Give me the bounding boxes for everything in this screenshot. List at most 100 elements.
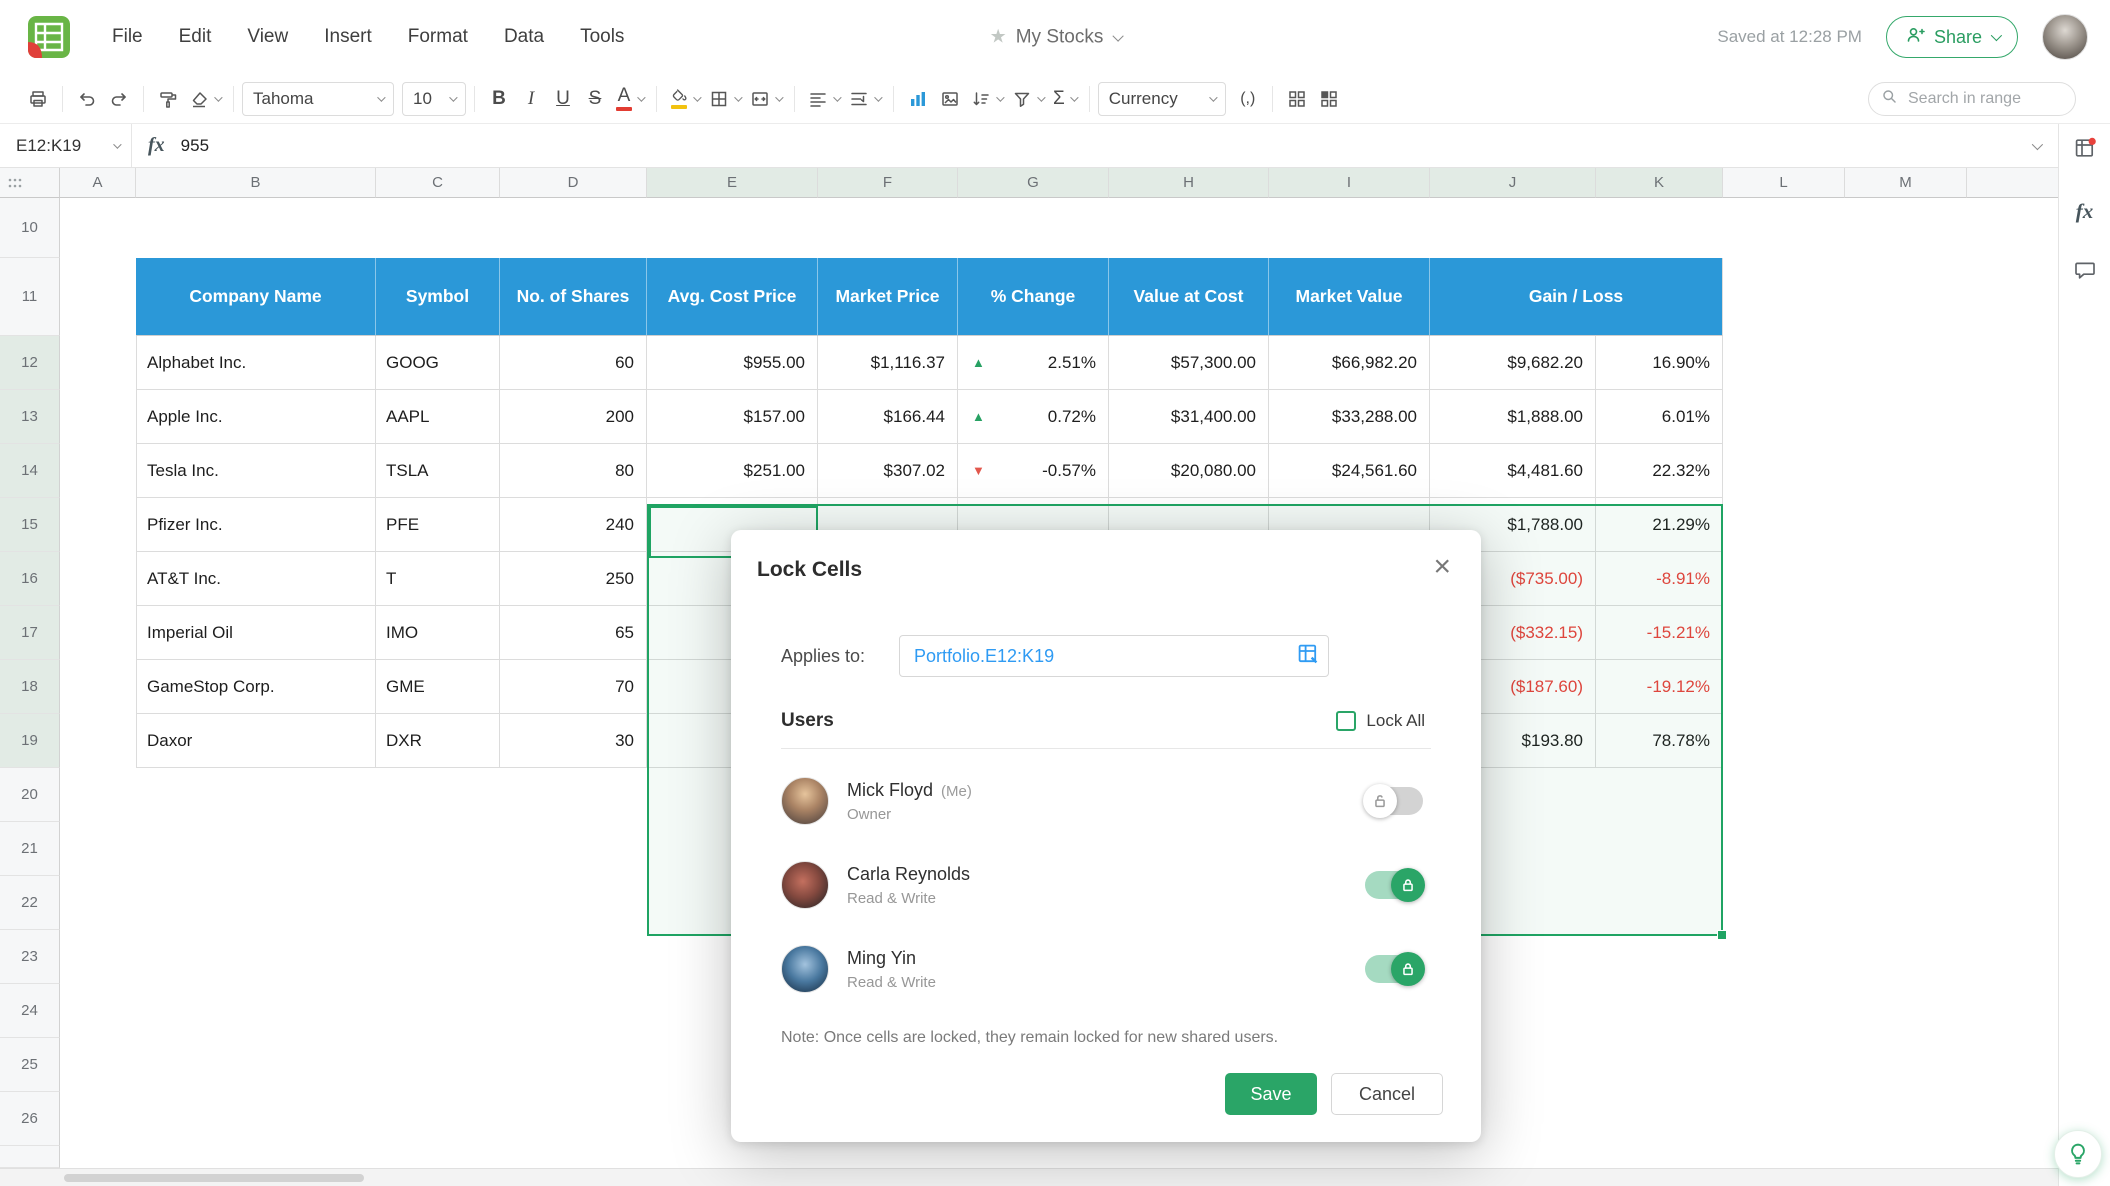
cell-market_value[interactable]: $66,982.20	[1269, 336, 1430, 390]
cell-symbol[interactable]: TSLA	[376, 444, 500, 498]
formula-value[interactable]: 955	[181, 136, 209, 156]
filter-button[interactable]	[1007, 81, 1048, 117]
cell-symbol[interactable]: GME	[376, 660, 500, 714]
menu-insert[interactable]: Insert	[324, 26, 372, 48]
close-icon[interactable]: ×	[1433, 552, 1451, 582]
row-header-24[interactable]: 24	[0, 984, 60, 1038]
cell-avg_cost_price[interactable]: $157.00	[647, 390, 818, 444]
empty-cell[interactable]	[60, 498, 136, 552]
comma-format-button[interactable]: (,)	[1232, 81, 1264, 117]
lock-toggle[interactable]	[1365, 952, 1425, 986]
name-box[interactable]: E12:K19	[0, 124, 132, 167]
menu-view[interactable]: View	[247, 26, 288, 48]
column-header-K[interactable]: K	[1596, 168, 1723, 198]
lock-toggle[interactable]	[1365, 868, 1425, 902]
sum-button[interactable]: Σ	[1048, 81, 1081, 117]
checkbox-icon[interactable]	[1336, 711, 1357, 731]
cell-company[interactable]: GameStop Corp.	[136, 660, 376, 714]
cell-symbol[interactable]: GOOG	[376, 336, 500, 390]
menu-format[interactable]: Format	[408, 26, 468, 48]
range-picker-icon[interactable]	[1296, 642, 1320, 671]
user-avatar[interactable]	[2042, 14, 2088, 60]
paint-format-button[interactable]	[152, 81, 184, 117]
cell-gain_loss_pct[interactable]: 16.90%	[1596, 336, 1723, 390]
horizontal-align-button[interactable]	[803, 81, 844, 117]
fill-color-button[interactable]	[665, 81, 704, 117]
cell-market_price[interactable]: $1,116.37	[818, 336, 958, 390]
table-header-cell[interactable]: Market Price	[818, 258, 958, 336]
menu-edit[interactable]: Edit	[179, 26, 212, 48]
cell-market_price[interactable]: $166.44	[818, 390, 958, 444]
cell-company[interactable]: Apple Inc.	[136, 390, 376, 444]
bold-button[interactable]: B	[483, 81, 515, 117]
empty-cell[interactable]	[60, 336, 136, 390]
column-header-H[interactable]: H	[1109, 168, 1269, 198]
cell-gain_loss[interactable]: $1,888.00	[1430, 390, 1596, 444]
column-header-D[interactable]: D	[500, 168, 647, 198]
row-header-10[interactable]: 10	[0, 198, 60, 258]
column-header-A[interactable]: A	[60, 168, 136, 198]
number-format-select[interactable]: Currency	[1097, 81, 1226, 116]
cell-company[interactable]: Tesla Inc.	[136, 444, 376, 498]
row-header-21[interactable]: 21	[0, 822, 60, 876]
cell-pct_change[interactable]: ▼ -0.57%	[958, 444, 1109, 498]
search-input[interactable]	[1906, 88, 2056, 109]
empty-cell[interactable]	[60, 390, 136, 444]
cell-company[interactable]: Imperial Oil	[136, 606, 376, 660]
row-header-13[interactable]: 13	[0, 390, 60, 444]
range-input[interactable]	[912, 644, 1288, 668]
cell-symbol[interactable]: IMO	[376, 606, 500, 660]
fx-icon[interactable]: fx	[148, 134, 165, 157]
table-header-cell[interactable]: Value at Cost	[1109, 258, 1269, 336]
cancel-button[interactable]: Cancel	[1331, 1073, 1443, 1115]
column-header-G[interactable]: G	[958, 168, 1109, 198]
app-logo[interactable]	[28, 16, 70, 58]
undo-button[interactable]	[71, 81, 103, 117]
row-header-14[interactable]: 14	[0, 444, 60, 498]
cell-shares[interactable]: 80	[500, 444, 647, 498]
cell-symbol[interactable]: T	[376, 552, 500, 606]
cell-gain_loss_pct[interactable]: -19.12%	[1596, 660, 1723, 714]
row-header-19[interactable]: 19	[0, 714, 60, 768]
sheet-view-icon[interactable]	[2073, 136, 2097, 165]
row-header-12[interactable]: 12	[0, 336, 60, 390]
save-button[interactable]: Save	[1225, 1073, 1317, 1115]
print-button[interactable]	[22, 81, 54, 117]
column-header-J[interactable]: J	[1430, 168, 1596, 198]
row-header-20[interactable]: 20	[0, 768, 60, 822]
cell-gain_loss[interactable]: $4,481.60	[1430, 444, 1596, 498]
select-all-corner[interactable]	[0, 168, 60, 198]
cell-gain_loss_pct[interactable]: 21.29%	[1596, 498, 1723, 552]
cell-company[interactable]: Alphabet Inc.	[136, 336, 376, 390]
cell-gain_loss_pct[interactable]: 22.32%	[1596, 444, 1723, 498]
favorite-star-icon[interactable]: ★	[990, 26, 1007, 49]
cell-market_value[interactable]: $24,561.60	[1269, 444, 1430, 498]
table-header-cell[interactable]: Market Value	[1269, 258, 1430, 336]
cell-market_price[interactable]: $307.02	[818, 444, 958, 498]
column-header-F[interactable]: F	[818, 168, 958, 198]
cell-symbol[interactable]: DXR	[376, 714, 500, 768]
cell-shares[interactable]: 240	[500, 498, 647, 552]
comment-icon[interactable]	[2073, 258, 2097, 287]
zia-assistant-button[interactable]	[2054, 1130, 2102, 1178]
row-header-26[interactable]: 26	[0, 1092, 60, 1146]
cell-value_at_cost[interactable]: $31,400.00	[1109, 390, 1269, 444]
cell-gain_loss_pct[interactable]: -8.91%	[1596, 552, 1723, 606]
empty-cell[interactable]	[60, 258, 136, 336]
cell-gain_loss_pct[interactable]: 6.01%	[1596, 390, 1723, 444]
column-header-E[interactable]: E	[647, 168, 818, 198]
cell-shares[interactable]: 30	[500, 714, 647, 768]
italic-button[interactable]: I	[515, 81, 547, 117]
underline-button[interactable]: U	[547, 81, 579, 117]
empty-cell[interactable]	[60, 444, 136, 498]
applies-to-input[interactable]	[899, 635, 1329, 677]
document-title[interactable]: ★ My Stocks	[990, 26, 1124, 49]
cell-value_at_cost[interactable]: $57,300.00	[1109, 336, 1269, 390]
lock-toggle[interactable]	[1363, 784, 1423, 818]
cell-shares[interactable]: 200	[500, 390, 647, 444]
horizontal-scrollbar[interactable]	[0, 1168, 2058, 1186]
cell-shares[interactable]: 60	[500, 336, 647, 390]
cell-company[interactable]: Daxor	[136, 714, 376, 768]
cell-symbol[interactable]: PFE	[376, 498, 500, 552]
column-header-L[interactable]: L	[1723, 168, 1845, 198]
